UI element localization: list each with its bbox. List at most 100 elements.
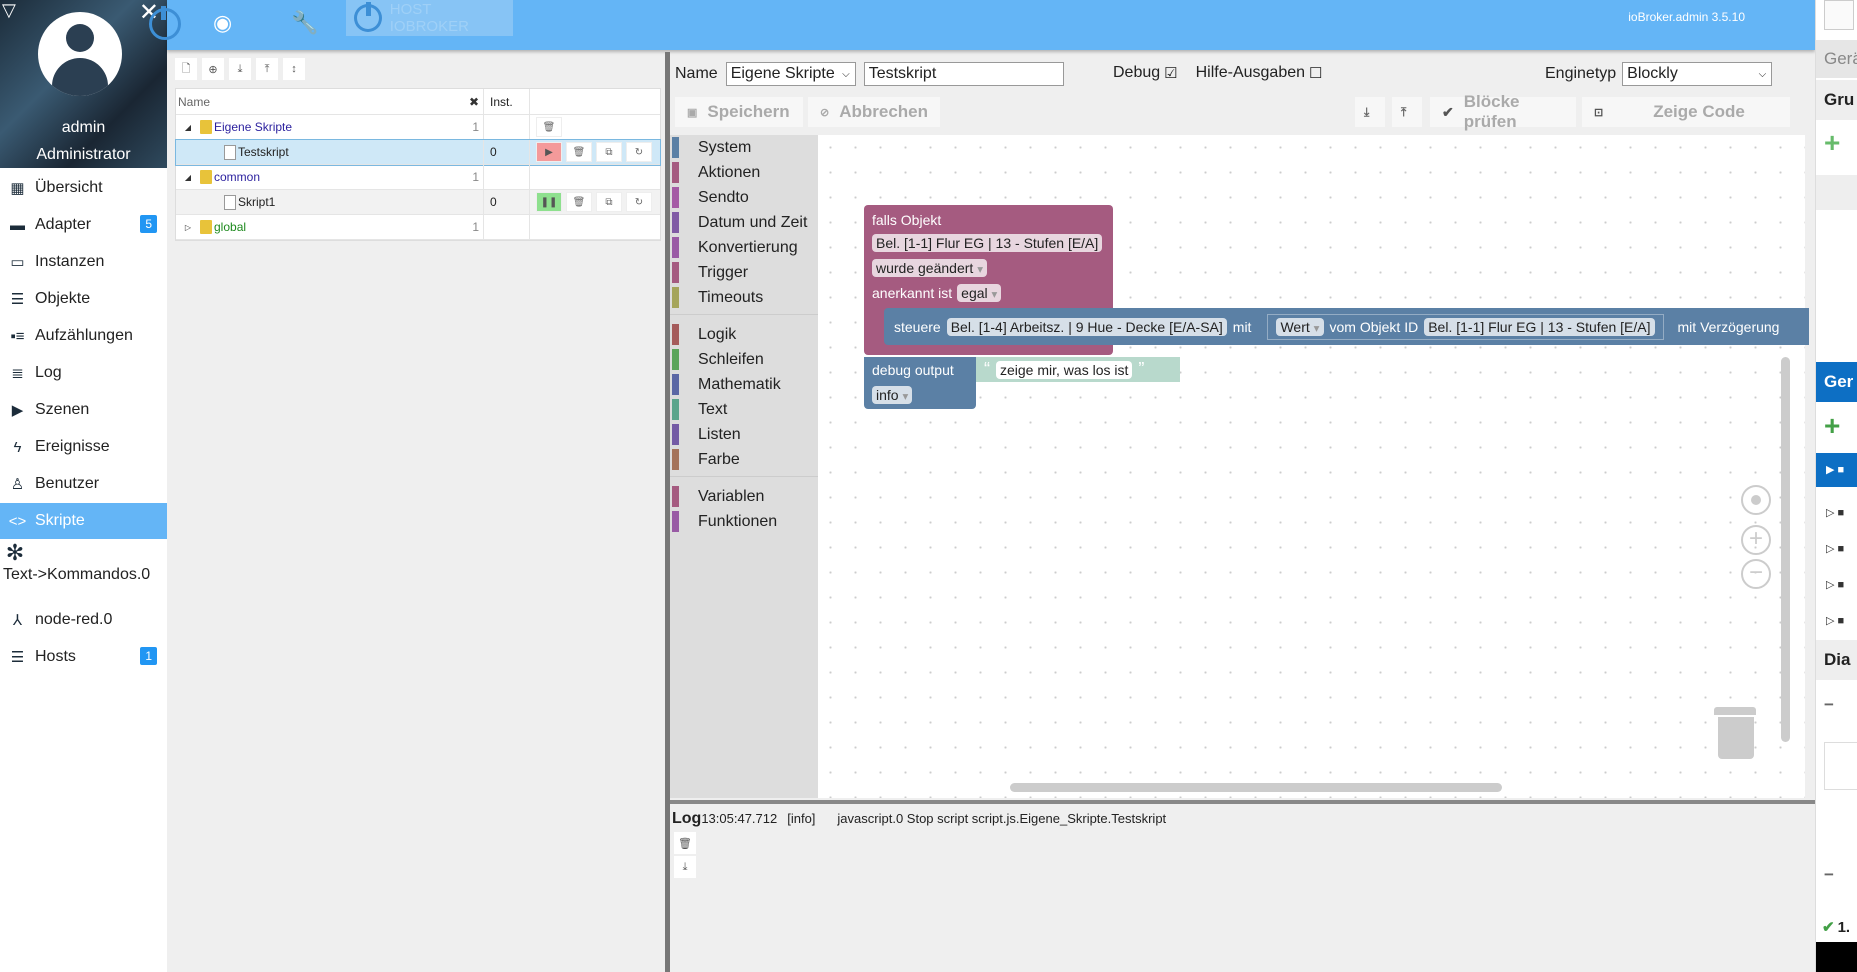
sidebar-item-ereignisse[interactable]: ϟ Ereignisse [0,429,167,465]
delete-icon[interactable]: 🗑 [566,142,592,162]
toolbox-category-farbe[interactable]: Farbe [670,447,818,472]
value-from-object-block[interactable]: Wert ▾ vom Objekt ID Bel. [1-1] Flur EG … [1267,313,1664,340]
restart-icon[interactable]: ↻ [626,142,652,162]
horizontal-scrollbar[interactable] [1010,783,1502,792]
toolbox-category-logik[interactable]: Logik [670,322,818,347]
expand-icon[interactable]: ↕ [283,58,305,80]
sidebar-item-text-kommandos-0[interactable]: ✻ Text->Kommandos.0 [0,540,167,596]
clear-log-icon[interactable]: 🗑 [674,832,696,854]
copy-icon[interactable]: ⧉ [596,192,622,212]
device-row-selected[interactable]: ▶ ■ [1816,453,1857,487]
trigger-mode-dropdown[interactable]: wurde geändert ▾ [872,258,988,277]
folder-row[interactable]: ◢ common 1 [176,165,660,190]
toolbox-category-funktionen[interactable]: Funktionen [670,509,818,534]
ack-dropdown[interactable]: egal ▾ [957,283,1002,302]
host-button[interactable]: HOST IOBROKER [346,0,513,36]
wrench-icon[interactable]: 🔧 [291,10,318,36]
sidebar-item-instanzen[interactable]: ▭ Instanzen [0,244,167,280]
sidebar-item--bersicht[interactable]: ▦ Übersicht [0,170,167,206]
expand-icon[interactable]: ▷ [176,223,200,232]
document-icon[interactable] [1824,0,1854,30]
script-name-input[interactable]: Testskript [863,62,1064,86]
value-dropdown[interactable]: Wert ▾ [1276,317,1324,336]
pause-icon[interactable]: ❚❚ [536,192,562,212]
menu-toggle-icon[interactable]: ▽ [2,0,16,21]
import-blocks-button[interactable]: ⤒ [1392,97,1422,127]
engine-select[interactable]: Blockly ⌵ [1622,62,1773,86]
restart-icon[interactable]: ↻ [626,192,652,212]
folder-row[interactable]: ◢ Eigene Skripte 1 🗑 [176,115,660,140]
cancel-label: Abbrechen [839,102,929,121]
sidebar-item-objekte[interactable]: ☰ Objekte [0,281,167,317]
zoom-in-icon[interactable]: + [1741,525,1771,555]
import-icon[interactable]: ⤒ [256,58,278,80]
toolbox-category-system[interactable]: System [670,135,818,160]
add-device-icon[interactable]: + [1816,408,1857,443]
export-icon[interactable]: ⤓ [229,58,251,80]
script-row[interactable]: Testskript 0 ▶ 🗑 ⧉ ↻ [175,139,661,166]
copy-icon[interactable]: ⧉ [596,142,622,162]
control-block[interactable]: steuere Bel. [1-4] Arbeitsz. | 9 Hue - D… [884,308,1809,345]
collapse-icon[interactable]: ◢ [176,173,200,182]
group-row[interactable] [1816,175,1857,210]
toolbox-category-aktionen[interactable]: Aktionen [670,160,818,185]
toolbox-category-trigger[interactable]: Trigger [670,260,818,285]
delete-icon[interactable]: 🗑 [536,117,562,137]
source-object-field[interactable]: Bel. [1-1] Flur EG | 13 - Stufen [E/A] [1424,317,1655,336]
folder-row[interactable]: ▷ global 1 [176,215,660,240]
toolbox-category-listen[interactable]: Listen [670,422,818,447]
debug-block[interactable]: debug output info ▾ [864,357,976,409]
toolbox-category-sendto[interactable]: Sendto [670,185,818,210]
play-icon[interactable]: ▶ [536,142,562,162]
trash-icon[interactable] [1718,717,1754,759]
sidebar-item-hosts[interactable]: ☰ Hosts 1 [0,639,167,675]
eye-icon[interactable]: ◉ [213,10,232,36]
sidebar-item-szenen[interactable]: ▶ Szenen [0,392,167,428]
sidebar-item-log[interactable]: ≣ Log [0,355,167,391]
toolbox-category-konvertierung[interactable]: Konvertierung [670,235,818,260]
add-group-icon[interactable]: + [1816,125,1857,160]
script-tree: Name ✖ Inst. ◢ Eigene Skripte 1 🗑 Testskript 0… [175,88,661,241]
download-log-icon[interactable]: ⤓ [674,856,696,878]
toolbox-category-datum-und-zeit[interactable]: Datum und Zeit [670,210,818,235]
debug-option[interactable]: Debug ☑ Hilfe-Ausgaben ☐ [1113,64,1322,82]
new-script-icon[interactable]: 🗋 [175,58,197,80]
sidebar-item-adapter[interactable]: ▬ Adapter 5 [0,207,167,243]
log-panel: Log 13:05:47.712 [info] javascript.0 Sto… [670,800,1815,972]
recenter-icon[interactable] [1741,485,1771,515]
clear-filter-icon[interactable]: ✖ [469,95,479,109]
show-code-button[interactable]: ⊡ Zeige Code [1582,97,1790,127]
vertical-scrollbar[interactable] [1781,357,1790,742]
export-blocks-button[interactable]: ⤓ [1355,97,1385,127]
folder-select[interactable]: Eigene Skripte ⌵ [725,62,856,86]
control-target-field[interactable]: Bel. [1-4] Arbeitsz. | 9 Hue - Decke [E/… [946,317,1227,336]
toolbox-category-mathematik[interactable]: Mathematik [670,372,818,397]
text-field[interactable]: zeige mir, was los ist [996,360,1133,379]
collapse-icon[interactable]: − [1816,860,1857,890]
debug-checkbox[interactable]: ☑ [1164,64,1177,82]
zoom-out-icon[interactable]: − [1741,559,1771,589]
cancel-button[interactable]: ⊘ Abbrechen [808,97,940,127]
toolbox-category-schleifen[interactable]: Schleifen [670,347,818,372]
sidebar-item-skripte[interactable]: <> Skripte [0,503,167,539]
toolbox-category-text[interactable]: Text [670,397,818,422]
sidebar-item-benutzer[interactable]: ♙ Benutzer [0,466,167,502]
add-folder-icon[interactable]: ⊕ [202,58,224,80]
delete-icon[interactable]: 🗑 [566,192,592,212]
save-button[interactable]: ▣ Speichern [675,97,803,127]
collapse-icon[interactable]: ◢ [176,123,200,132]
check-blocks-button[interactable]: ✔ Blöcke prüfen [1430,92,1576,131]
collapse-icon[interactable]: − [1816,690,1857,720]
sidebar-item-node-red-0[interactable]: ⅄ node-red.0 [0,602,167,638]
trigger-object-field[interactable]: Bel. [1-1] Flur EG | 13 - Stufen [E/A] [872,233,1103,252]
sidebar-item-aufz-hlungen[interactable]: ▪≡ Aufzählungen [0,318,167,354]
debug-level-dropdown[interactable]: info ▾ [872,385,913,404]
help-checkbox[interactable]: ☐ [1309,64,1322,82]
toolbox-category-timeouts[interactable]: Timeouts [670,285,818,310]
device-rows[interactable]: ▷ ■ ▷ ■ ▷ ■ ▷ ■ [1826,495,1844,639]
toolbox-category-variablen[interactable]: Variablen [670,484,818,509]
text-block[interactable]: “ zeige mir, was los ist ” [976,357,1180,382]
script-row[interactable]: Skript1 0 ❚❚ 🗑 ⧉ ↻ [176,190,660,215]
blockly-workspace[interactable]: falls Objekt Bel. [1-1] Flur EG | 13 - S… [818,135,1809,798]
tab-geraete[interactable]: Gerä [1816,40,1857,78]
